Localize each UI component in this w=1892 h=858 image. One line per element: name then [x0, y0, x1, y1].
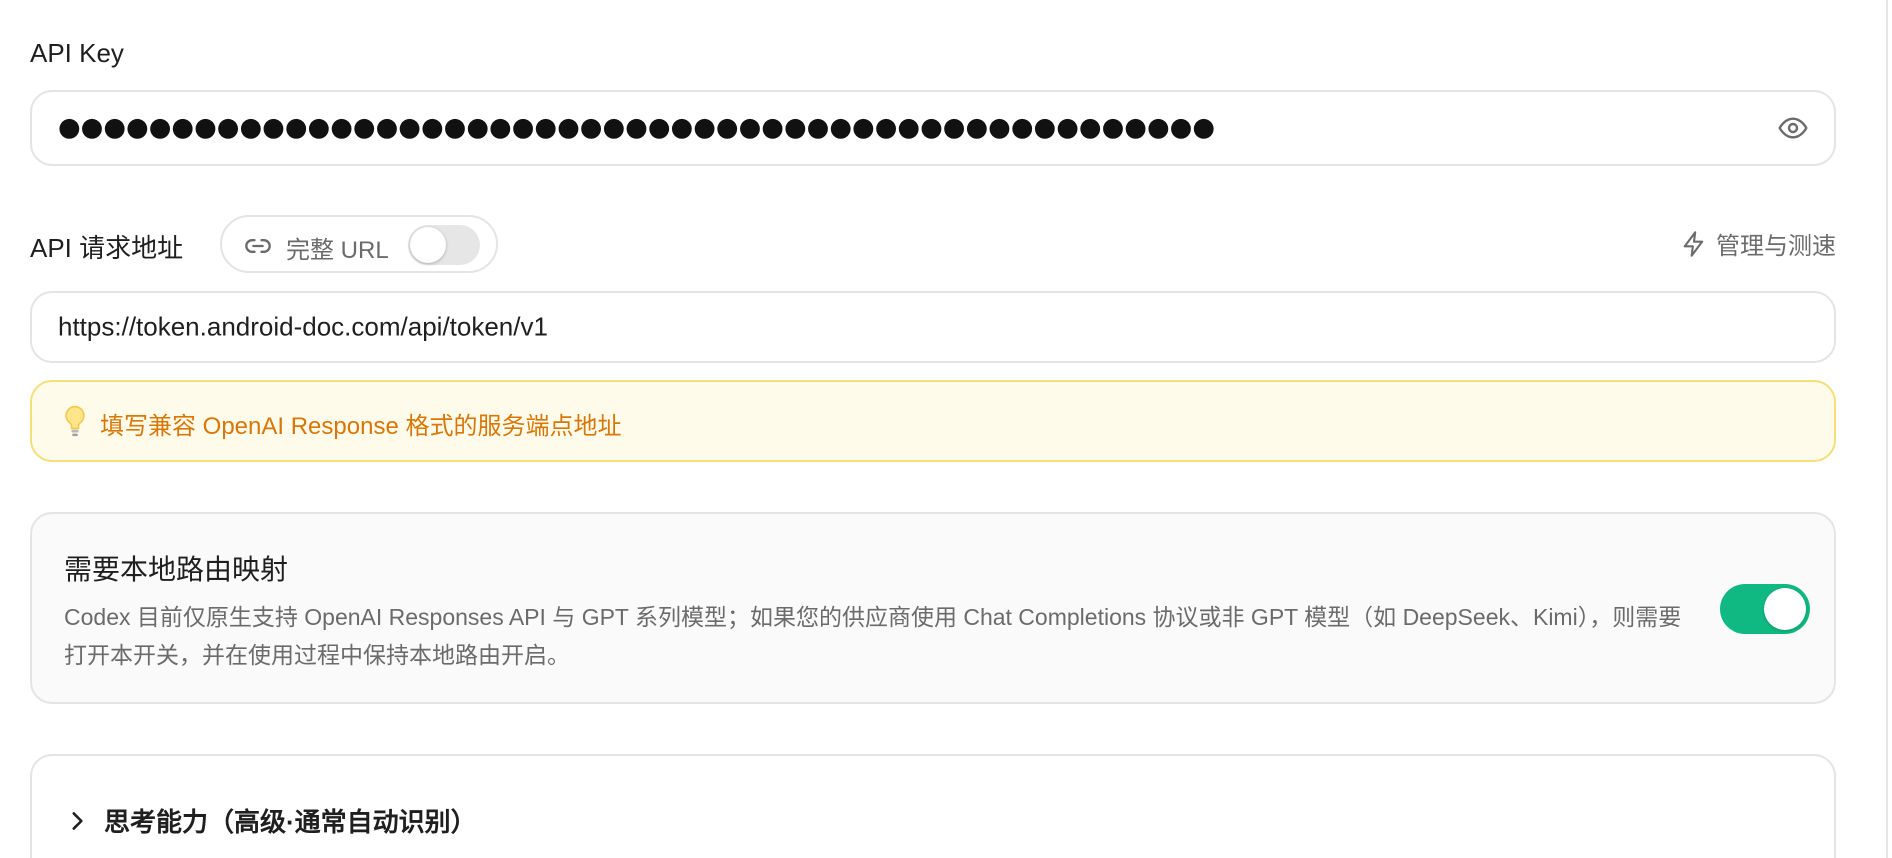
full-url-switch[interactable]	[408, 225, 480, 265]
full-url-toggle-pill[interactable]: 完整 URL	[220, 215, 498, 273]
scrollbar-track[interactable]	[1886, 0, 1888, 858]
provider-settings-page: API Key ●●●●●●●●●●●●●●●●●●●●●●●●●●●●●●●●…	[0, 0, 1892, 858]
manage-link-label: 管理与测速	[1716, 233, 1836, 260]
api-key-input[interactable]: ●●●●●●●●●●●●●●●●●●●●●●●●●●●●●●●●●●●●●●●●…	[30, 90, 1836, 166]
chevron-right-icon	[72, 811, 83, 830]
local-routing-title: 需要本地路由映射	[64, 554, 289, 585]
local-routing-card: 需要本地路由映射 Codex 目前仅原生支持 OpenAI Responses …	[30, 512, 1836, 704]
eye-icon	[1778, 117, 1808, 139]
full-url-toggle-label: 完整 URL	[286, 237, 389, 264]
thinking-capability-section: 思考能力（高级·通常自动识别）	[30, 754, 1836, 858]
local-routing-description: Codex 目前仅原生支持 OpenAI Responses API 与 GPT…	[64, 604, 1682, 668]
endpoint-label: API 请求地址	[30, 233, 184, 263]
lightbulb-icon	[65, 405, 85, 437]
api-key-label: API Key	[30, 38, 124, 68]
zap-icon	[1683, 230, 1704, 257]
endpoint-url-input[interactable]: https://token.android-doc.com/api/token/…	[30, 291, 1836, 363]
thinking-capability-title: 思考能力（高级·通常自动识别）	[104, 807, 477, 837]
endpoint-hint-text: 填写兼容 OpenAI Response 格式的服务端点地址	[100, 413, 622, 440]
endpoint-hint-banner: 填写兼容 OpenAI Response 格式的服务端点地址	[30, 380, 1836, 462]
local-routing-switch[interactable]	[1720, 584, 1810, 634]
full-url-switch-knob	[410, 227, 446, 263]
show-key-button[interactable]	[1776, 111, 1810, 145]
api-key-masked-value[interactable]: ●●●●●●●●●●●●●●●●●●●●●●●●●●●●●●●●●●●●●●●●…	[58, 112, 1215, 142]
thinking-capability-expander[interactable]: 思考能力（高级·通常自动识别）	[64, 802, 477, 839]
local-routing-switch-knob	[1764, 588, 1806, 630]
link-icon	[245, 239, 271, 253]
endpoint-url-value[interactable]: https://token.android-doc.com/api/token/…	[58, 312, 548, 343]
manage-and-speedtest-link[interactable]: 管理与测速	[1680, 226, 1836, 261]
